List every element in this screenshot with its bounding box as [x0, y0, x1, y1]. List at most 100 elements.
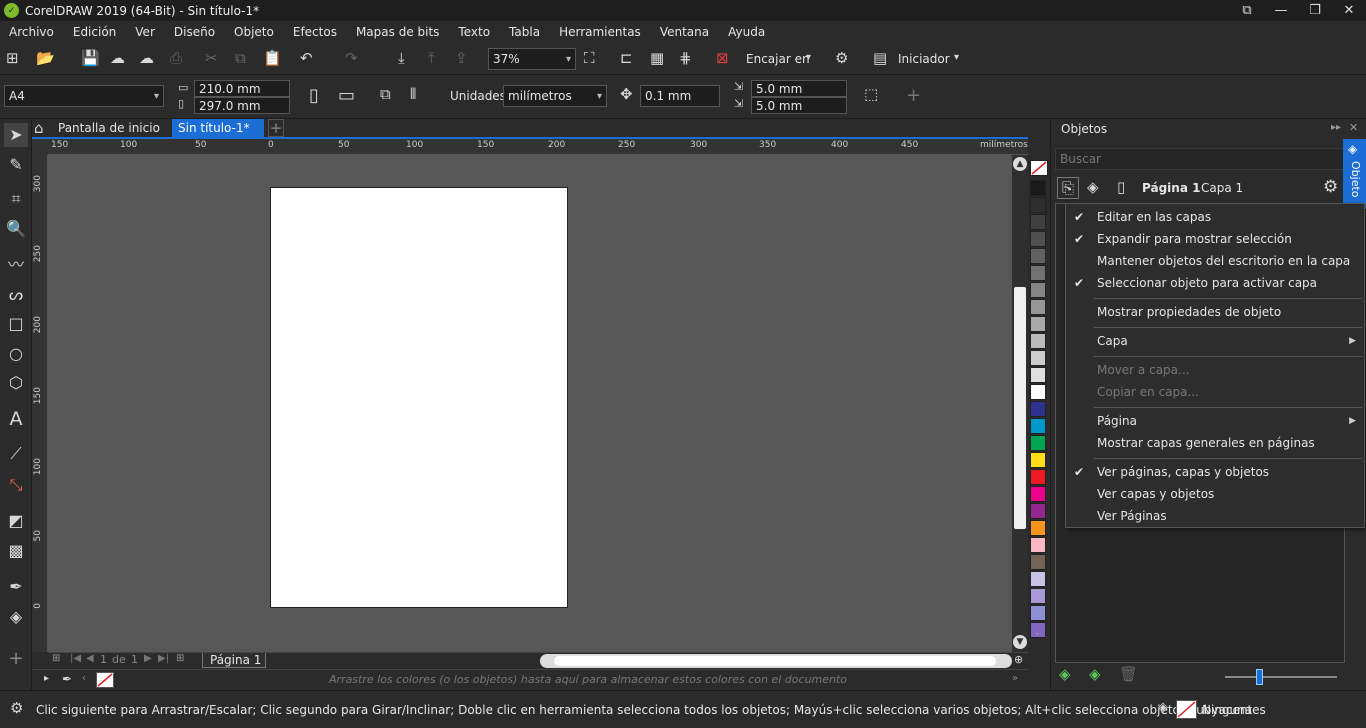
eyedropper-icon[interactable]: ✒	[62, 673, 72, 685]
print-icon[interactable]: ⎙	[170, 51, 182, 66]
color-swatch[interactable]	[1030, 282, 1046, 298]
menu-item[interactable]: Mostrar capas generales en páginas	[1097, 436, 1315, 450]
tab-home[interactable]: Pantalla de inicio	[52, 119, 172, 137]
fill-swatch[interactable]	[1176, 700, 1197, 719]
snap-off-icon[interactable]: ⊠	[716, 51, 729, 66]
current-page-icon[interactable]: ⫴	[410, 87, 416, 102]
cut-icon[interactable]: ✂	[205, 51, 218, 66]
color-swatch[interactable]	[1030, 588, 1046, 604]
color-swatch[interactable]	[1030, 452, 1046, 468]
connector-tool-icon[interactable]: ⤡	[4, 473, 28, 497]
color-swatch[interactable]	[1030, 231, 1046, 247]
menu-item[interactable]: Editar en las capas	[1097, 210, 1211, 224]
color-swatch[interactable]	[1030, 401, 1046, 417]
color-swatch[interactable]	[1030, 367, 1046, 383]
horizontal-scroll-thumb[interactable]	[554, 656, 996, 666]
menu-ver[interactable]: Ver	[135, 25, 155, 39]
cloud-download-icon[interactable]: ☁	[139, 51, 154, 66]
palette-menu-icon[interactable]: ▸	[44, 674, 49, 684]
chevron-right-icon[interactable]: »	[1012, 674, 1018, 684]
docker-close-icon[interactable]: ✕	[1349, 122, 1358, 133]
current-layer-label[interactable]: Capa 1	[1201, 181, 1243, 195]
zoom-navigator-icon[interactable]: ⊕	[1014, 654, 1023, 665]
bounding-box-icon[interactable]: ⬚	[864, 87, 878, 102]
copy-icon[interactable]: ⧉	[235, 51, 246, 66]
page-icon[interactable]: ▯	[1117, 180, 1125, 195]
color-swatch[interactable]	[1030, 214, 1046, 230]
color-swatch[interactable]	[1030, 418, 1046, 434]
menu-archivo[interactable]: Archivo	[9, 25, 54, 39]
pick-tool-icon[interactable]: ➤	[4, 123, 28, 147]
menu-item[interactable]: Capa	[1097, 334, 1128, 348]
menu-item[interactable]: Seleccionar objeto para activar capa	[1097, 276, 1317, 290]
docker-options-gear-icon[interactable]: ⚙	[1323, 179, 1338, 196]
color-swatch[interactable]	[1030, 605, 1046, 621]
minimize-button[interactable]: —	[1264, 0, 1298, 21]
redo-icon[interactable]: ↷	[345, 51, 358, 66]
add-page-before-icon[interactable]: ⊞	[52, 654, 60, 664]
portrait-icon[interactable]: ▯	[309, 87, 319, 105]
color-swatch[interactable]	[1030, 503, 1046, 519]
chevron-left-icon[interactable]: ‹	[82, 674, 86, 684]
new-document-icon[interactable]: ⊞	[6, 51, 19, 66]
dimension-tool-icon[interactable]: ⟋	[4, 442, 28, 466]
maximize-button[interactable]: ❐	[1298, 0, 1332, 21]
guidelines-icon[interactable]: ⋕	[679, 51, 692, 66]
color-swatch[interactable]	[1030, 180, 1046, 196]
cloud-upload-icon[interactable]: ☁	[110, 51, 125, 66]
restore-icon[interactable]: ⧉	[1230, 0, 1264, 21]
export-icon[interactable]: ⤒	[428, 51, 435, 66]
add-tool-icon[interactable]: +	[4, 647, 28, 671]
new-layer-icon[interactable]: ◈	[1059, 667, 1071, 682]
next-page-icon[interactable]: ▶	[144, 654, 152, 664]
color-swatch[interactable]	[1030, 350, 1046, 366]
scroll-up-icon[interactable]: ▲	[1013, 157, 1027, 171]
color-swatch[interactable]	[1030, 197, 1046, 213]
save-icon[interactable]: 💾	[81, 51, 100, 66]
tab-document[interactable]: Sin título-1*	[172, 119, 264, 137]
zoom-slider-thumb[interactable]	[1256, 669, 1263, 685]
docker-collapse-icon[interactable]: ▸▸	[1331, 123, 1341, 133]
close-button[interactable]: ✕	[1332, 0, 1366, 21]
menu-ventana[interactable]: Ventana	[660, 25, 709, 39]
color-swatch[interactable]	[1030, 316, 1046, 332]
open-folder-icon[interactable]: 📂	[36, 51, 55, 66]
landscape-icon[interactable]: ▭	[338, 87, 355, 105]
scroll-down-icon[interactable]: ▼	[1013, 635, 1027, 649]
undo-icon[interactable]: ↶	[300, 51, 313, 66]
new-master-layer-icon[interactable]: ◈	[1089, 667, 1101, 682]
ellipse-tool-icon[interactable]: ○	[4, 342, 28, 366]
crop-tool-icon[interactable]: ⌗	[4, 187, 28, 211]
options-gear-icon[interactable]: ⚙	[835, 51, 848, 66]
color-swatch[interactable]	[1030, 520, 1046, 536]
launcher-dropdown[interactable]: Iniciador	[898, 52, 950, 66]
objects-side-tab[interactable]: ◈ Objeto	[1343, 139, 1366, 209]
menu-efectos[interactable]: Efectos	[293, 25, 337, 39]
page-size-select[interactable]: A4	[4, 85, 164, 107]
zoom-level-select[interactable]: 37%	[488, 48, 576, 70]
menu-item[interactable]: Ver Páginas	[1097, 509, 1167, 523]
previous-page-icon[interactable]: ◀	[86, 654, 94, 664]
menu-ayuda[interactable]: Ayuda	[728, 25, 765, 39]
drop-shadow-icon[interactable]: ◩	[4, 509, 28, 533]
nudge-distance-field[interactable]: 0.1 mm	[640, 85, 720, 107]
color-swatch[interactable]	[1030, 571, 1046, 587]
vertical-ruler[interactable]: 300 250 200 150 100 50 0	[32, 155, 48, 652]
eyedropper-icon[interactable]: ✒	[4, 575, 28, 599]
add-icon[interactable]: +	[906, 87, 921, 105]
add-page-after-icon[interactable]: ⊞	[176, 654, 184, 664]
color-swatch[interactable]	[1030, 537, 1046, 553]
menu-item[interactable]: Mantener objetos del escritorio en la ca…	[1097, 254, 1350, 268]
publish-icon[interactable]: ⇪	[455, 51, 468, 66]
color-swatch[interactable]	[1030, 299, 1046, 315]
horizontal-scrollbar[interactable]	[540, 654, 1012, 668]
paste-icon[interactable]: 📋	[263, 51, 282, 66]
menu-edicion[interactable]: Edición	[73, 25, 116, 39]
text-tool-icon[interactable]: A	[4, 407, 28, 431]
zoom-tool-icon[interactable]: 🔍	[4, 217, 28, 241]
color-swatch[interactable]	[1030, 384, 1046, 400]
menu-item[interactable]: Expandir para mostrar selección	[1097, 232, 1292, 246]
vertical-scroll-thumb[interactable]	[1014, 287, 1026, 529]
grid-icon[interactable]: ▦	[650, 51, 664, 66]
artistic-media-icon[interactable]: ᔕ	[4, 283, 28, 307]
